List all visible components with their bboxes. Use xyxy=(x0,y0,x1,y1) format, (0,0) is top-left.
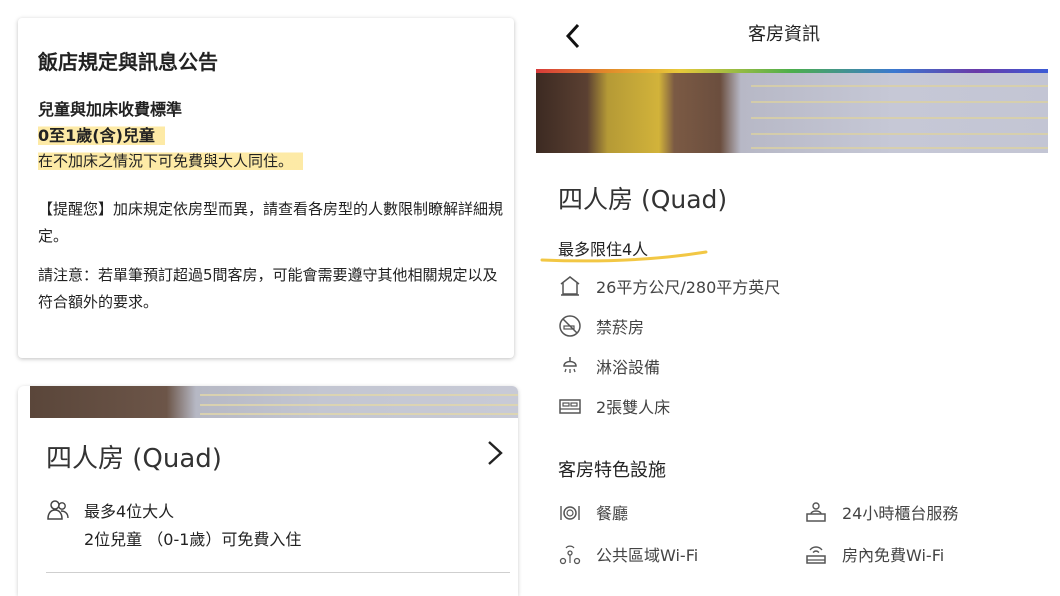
amenity-area: 26平方公尺/280平方英尺 xyxy=(558,274,780,298)
bed-icon xyxy=(559,399,581,414)
feature-front-desk: 24小時櫃台服務 xyxy=(804,500,958,524)
room-photo xyxy=(30,386,518,418)
amenity-label: 26平方公尺/280平方英尺 xyxy=(596,278,781,297)
amenity-beds: 2張雙人床 xyxy=(558,394,670,418)
policy-free-stay-text: 在不加床之情況下可免費與大人同住。 xyxy=(38,151,304,171)
chevron-right-icon[interactable] xyxy=(484,440,506,466)
amenity-label: 禁菸房 xyxy=(596,318,645,337)
no-smoking-icon xyxy=(559,315,581,337)
policy-free-stay: 在不加床之情況下可免費與大人同住。 xyxy=(38,150,304,171)
policy-subtitle: 兒童與加床收費標準 xyxy=(38,100,183,119)
amenity-label: 2張雙人床 xyxy=(596,398,671,417)
room-name: 四人房 (Quad) xyxy=(46,444,222,474)
public-wifi-icon xyxy=(559,545,581,565)
guests-icon xyxy=(47,500,69,520)
amenity-shower: 淋浴設備 xyxy=(558,354,660,378)
front-desk-icon xyxy=(806,502,826,522)
divider xyxy=(46,572,510,573)
feature-public-wifi: 公共區域Wi-Fi xyxy=(558,542,698,566)
feature-restaurant: 餐廳 xyxy=(558,500,628,524)
room-wifi-icon xyxy=(806,546,826,564)
max-adults: 最多4位大人 xyxy=(84,502,175,521)
shower-icon xyxy=(563,357,577,373)
amenity-label: 淋浴設備 xyxy=(596,358,661,377)
house-icon xyxy=(560,276,580,296)
back-arrow-icon[interactable] xyxy=(562,22,584,50)
room-name-heading: 四人房 (Quad) xyxy=(558,185,728,214)
feature-label: 公共區域Wi-Fi xyxy=(596,546,699,565)
amenity-no-smoking: 禁菸房 xyxy=(558,314,644,338)
children-free: 2位兒童 （0-1歲）可免費入住 xyxy=(84,530,302,549)
highlight-underline xyxy=(540,250,708,263)
policy-child-age: 0至1歲(含)兒童 xyxy=(38,122,165,146)
room-photo-large[interactable] xyxy=(536,73,1048,153)
restaurant-icon xyxy=(560,506,580,520)
feature-label: 24小時櫃台服務 xyxy=(842,504,959,523)
policy-title: 飯店規定與訊息公告 xyxy=(38,50,218,74)
policy-note: 請注意：若單筆預訂超過5間客房，可能會需要遵守其他相關規定以及符合額外的要求。 xyxy=(38,266,498,311)
room-card[interactable]: 四人房 (Quad) 最多4位大人 2位兒童 （0-1歲）可免費入住 xyxy=(18,386,518,596)
feature-room-wifi: 房內免費Wi-Fi xyxy=(804,542,944,566)
page-title: 客房資訊 xyxy=(748,24,820,45)
feature-label: 房內免費Wi-Fi xyxy=(842,546,945,565)
hotel-policy-card: 飯店規定與訊息公告 兒童與加床收費標準 0至1歲(含)兒童 在不加床之情況下可免… xyxy=(18,18,514,358)
features-title: 客房特色設施 xyxy=(558,460,666,481)
policy-reminder: 【提醒您】加床規定依房型而異，請查看各房型的人數限制瞭解詳細規定。 xyxy=(38,200,504,245)
feature-label: 餐廳 xyxy=(596,504,629,523)
policy-child-age-text: 0至1歲(含)兒童 xyxy=(38,125,165,146)
